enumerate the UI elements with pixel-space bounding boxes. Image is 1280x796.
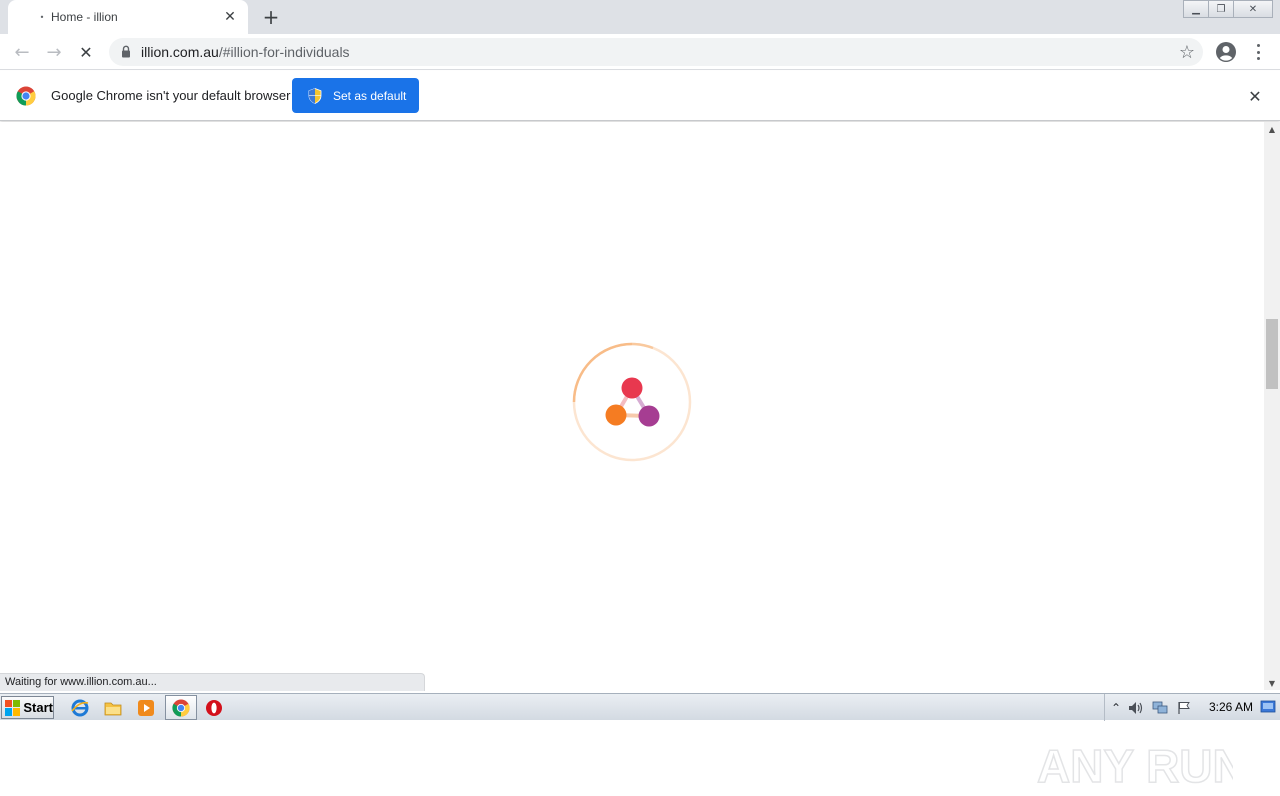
browser-toolbar: ← → ✕ illion.com.au/#illion-for-individu…: [0, 34, 1280, 70]
address-bar[interactable]: illion.com.au/#illion-for-individuals ☆: [109, 38, 1203, 66]
lock-icon: [122, 45, 130, 58]
scrollbar-thumb[interactable]: [1266, 319, 1278, 389]
action-center-flag-icon[interactable]: [1176, 700, 1192, 716]
anyrun-watermark: ANY RUN: [1037, 739, 1233, 793]
chrome-logo-icon: [16, 86, 36, 106]
windows-taskbar: Start ⌃ 3:26 AM: [0, 693, 1280, 721]
back-button[interactable]: ←: [10, 40, 34, 64]
taskbar-clock[interactable]: 3:26 AM: [1209, 700, 1253, 714]
opera-icon[interactable]: [204, 698, 224, 718]
chrome-taskbar-icon[interactable]: [171, 698, 191, 718]
windows-logo-icon: [5, 699, 21, 716]
infobar-message: Google Chrome isn't your default browser: [51, 88, 291, 103]
chrome-menu-icon[interactable]: [1250, 42, 1266, 62]
url-host: illion.com.au: [141, 44, 219, 60]
url-text[interactable]: illion.com.au/#illion-for-individuals: [141, 44, 350, 60]
loading-spinner-logo-icon: [572, 342, 692, 462]
scroll-up-arrow-icon[interactable]: ▲: [1264, 122, 1280, 136]
show-desktop-icon[interactable]: [1260, 699, 1276, 715]
tab-strip: • Home - illion ✕ + ▁ ❐ ✕: [0, 0, 1280, 34]
account-circle-icon[interactable]: [1215, 41, 1237, 63]
window-restore-button[interactable]: ❐: [1208, 0, 1234, 18]
watermark-text: ANY RUN: [1037, 740, 1233, 792]
internet-explorer-icon[interactable]: [70, 698, 90, 718]
new-tab-button[interactable]: +: [260, 5, 282, 29]
media-player-icon[interactable]: [136, 698, 156, 718]
scroll-down-arrow-icon[interactable]: ▼: [1264, 676, 1280, 690]
start-label: Start: [23, 700, 53, 715]
set-as-default-button[interactable]: Set as default: [292, 78, 419, 113]
uac-shield-icon: [308, 87, 322, 104]
vertical-scrollbar[interactable]: ▲ ▼: [1264, 122, 1280, 690]
infobar-close-icon[interactable]: ✕: [1246, 87, 1264, 106]
volume-icon[interactable]: [1128, 700, 1144, 716]
file-explorer-icon[interactable]: [103, 698, 123, 718]
page-viewport: ANY RUN: [0, 122, 1264, 793]
tab-home-illion[interactable]: • Home - illion ✕: [8, 0, 248, 34]
set-as-default-label: Set as default: [333, 88, 407, 103]
url-path: /#illion-for-individuals: [218, 44, 350, 60]
window-close-button[interactable]: ✕: [1233, 0, 1273, 18]
status-bubble: Waiting for www.illion.com.au...: [0, 673, 425, 691]
stop-loading-button[interactable]: ✕: [74, 40, 98, 64]
tab-loading-icon: •: [39, 12, 45, 22]
network-icon[interactable]: [1152, 700, 1168, 716]
default-browser-infobar: Google Chrome isn't your default browser…: [0, 71, 1280, 121]
tab-title: Home - illion: [51, 10, 118, 24]
start-button[interactable]: Start: [1, 696, 54, 719]
window-minimize-button[interactable]: ▁: [1183, 0, 1209, 18]
forward-button[interactable]: →: [42, 40, 66, 64]
tray-expand-icon[interactable]: ⌃: [1108, 700, 1124, 716]
bookmark-star-icon[interactable]: ☆: [1179, 42, 1195, 63]
tab-close-icon[interactable]: ✕: [222, 9, 238, 25]
